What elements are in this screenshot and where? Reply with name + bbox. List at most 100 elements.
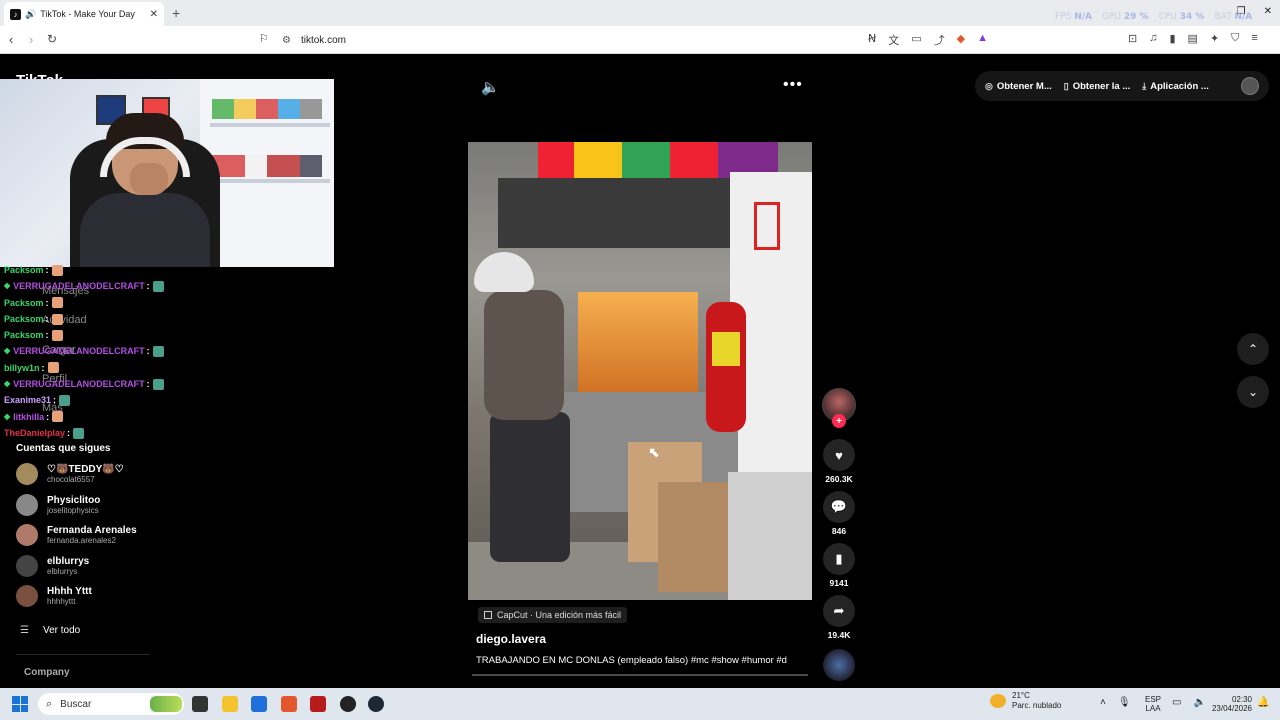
obs-icon[interactable] [340, 696, 356, 712]
account-handle: chocolat6557 [47, 475, 95, 484]
site-settings-icon[interactable]: ⚙ [282, 35, 291, 46]
divider [16, 654, 150, 655]
menu-icon[interactable]: ≡ [1251, 32, 1257, 45]
vpn-icon[interactable]: ⛉ [1231, 32, 1239, 45]
see-all-button[interactable]: ☰ Ver todo [20, 625, 80, 636]
file-explorer-icon[interactable] [222, 696, 238, 712]
following-account[interactable]: Physiclitoo joselitophysics [16, 493, 101, 516]
account-handle: elblurrys [47, 566, 78, 576]
microphone-icon[interactable]: 🎙 [1118, 697, 1131, 708]
brave-rewards-icon[interactable]: ▲ [977, 32, 988, 48]
chat-username: Packsom [4, 265, 44, 275]
windows-start-icon[interactable] [12, 696, 28, 712]
get-coins-button[interactable]: ◎ Obtener M... [985, 81, 1052, 92]
network-icon[interactable]: ▭ [1172, 697, 1181, 708]
share-button[interactable]: ➦ 19.4K [822, 595, 856, 640]
media-icon[interactable]: ♫ [1149, 32, 1157, 45]
emote-icon [51, 297, 63, 309]
chat-separator: : [45, 313, 49, 324]
weather-widget[interactable]: 21°C Parc. nublado [990, 691, 1061, 711]
cast-icon[interactable]: ▭ [911, 32, 921, 48]
language-indicator[interactable]: ESP LAA [1145, 695, 1161, 713]
chat-message: Packsom : [4, 327, 184, 343]
desktop-app-button[interactable]: ⤓ Aplicación ... [1142, 81, 1209, 92]
system-tray: ˄ 🎙 [1100, 697, 1131, 708]
video-player[interactable] [468, 142, 812, 600]
new-tab-button[interactable]: + [172, 5, 180, 21]
close-window-icon[interactable]: ✕ [1264, 6, 1272, 17]
reload-icon[interactable]: ↻ [47, 32, 57, 46]
brave-shields-icon[interactable]: ◆ [957, 32, 965, 48]
share-arrow-icon: ➦ [823, 595, 855, 627]
get-app-button[interactable]: ▯ Obtener la ... [1064, 81, 1131, 92]
following-account[interactable]: ♡🐻TEDDY🐻♡ chocolat6557 [16, 463, 124, 485]
arrow-sign-image [754, 202, 780, 250]
heart-icon: ♥ [823, 439, 855, 471]
profile-avatar[interactable] [1241, 77, 1259, 95]
translate-icon[interactable]: 文 [888, 32, 899, 48]
wallet-icon[interactable]: ▤ [1188, 32, 1198, 45]
weather-temp: 21°C [1012, 691, 1030, 700]
chat-message: Exanime31 : [4, 392, 184, 408]
share-icon[interactable]: ⤴ [934, 32, 945, 48]
notification-bell-icon[interactable]: 🔔 [1257, 697, 1269, 708]
comment-button[interactable]: 💬 846 [822, 491, 856, 536]
account-name: Physiclitoo [47, 494, 101, 506]
close-tab-icon[interactable]: ✕ [150, 9, 158, 20]
brave-browser-icon[interactable] [281, 696, 297, 712]
avatar [16, 524, 38, 546]
tiktok-page: TikTok Mensajes Actividad Cargar Perfil … [0, 54, 1280, 688]
following-account[interactable]: Fernanda Arenales fernanda.arenales2 [16, 524, 137, 546]
forward-icon[interactable]: › [29, 32, 33, 47]
emote-icon [59, 395, 71, 407]
follow-plus-icon[interactable]: + [832, 414, 846, 428]
tab-audio-icon[interactable]: 🔊 [25, 9, 36, 20]
chat-separator: : [146, 379, 150, 390]
browser-tab[interactable]: ♪ 🔊 TikTok - Make Your Day ✕ [4, 2, 164, 26]
taskbar-search[interactable]: ⌕ Buscar [38, 693, 184, 715]
steam-icon[interactable] [368, 696, 384, 712]
chat-message: Packsom : [4, 311, 184, 327]
chat-username: VERRUGADELANODELCRAFT [13, 281, 145, 292]
chevron-up-icon[interactable]: ˄ [1100, 697, 1106, 708]
music-disc-avatar[interactable] [823, 649, 855, 681]
clock[interactable]: 02:30 23/04/2026 [1208, 695, 1252, 713]
store-icon[interactable] [251, 696, 267, 712]
chat-message: billyw1n : [4, 360, 184, 376]
like-button[interactable]: ♥ 260.3K [822, 439, 856, 484]
save-count: 9141 [829, 578, 849, 588]
volume-icon[interactable]: 🔈 [481, 78, 500, 96]
chat-separator: : [45, 265, 49, 275]
video-author[interactable]: diego.lavera [476, 632, 546, 646]
volume-tray-icon[interactable]: 🔈 [1193, 697, 1205, 708]
save-button[interactable]: ▮ 9141 [822, 543, 856, 588]
previous-video-button[interactable]: ⌃ [1237, 333, 1269, 365]
top-action-bar: ◎ Obtener M... ▯ Obtener la ... ⤓ Aplicació… [975, 71, 1269, 101]
bookmark-icon[interactable]: ⚐ [259, 32, 269, 45]
following-account[interactable]: elblurrys elblurrys [16, 554, 89, 577]
chat-username: Packsom [4, 313, 44, 324]
account-name: Hhhh Yttt [47, 586, 92, 597]
comment-icon: 💬 [823, 491, 855, 523]
following-header: Cuentas que sigues [16, 443, 111, 454]
restore-window-icon[interactable]: ❐ [1237, 6, 1246, 17]
sidebar-icon[interactable]: ▮ [1169, 32, 1175, 45]
emote-icon [152, 280, 164, 292]
task-view-icon[interactable] [192, 696, 208, 712]
leo-ai-icon[interactable]: ✦ [1210, 32, 1219, 45]
video-progress-bar[interactable] [472, 674, 808, 676]
phone-icon: ▯ [1063, 80, 1069, 91]
avatar [16, 554, 38, 577]
app-icon[interactable] [310, 696, 326, 712]
next-video-button[interactable]: ⌄ [1237, 376, 1269, 408]
chat-username: VERRUGADELANODELCRAFT [13, 346, 145, 357]
tab-search-icon[interactable]: ⊡ [1128, 32, 1137, 45]
mouse-cursor-icon: ⬉ [648, 444, 660, 460]
following-account[interactable]: Hhhh Yttt hhhhyttt [16, 585, 92, 607]
capcut-badge[interactable]: CapCut · Una edición más fácil [478, 607, 628, 623]
reader-icon[interactable]: Ꞥ [868, 32, 876, 48]
account-handle: fernanda.arenales2 [47, 536, 116, 545]
more-options-icon[interactable]: ••• [783, 76, 803, 94]
back-icon[interactable]: ‹ [9, 32, 13, 47]
company-link[interactable]: Company [24, 667, 70, 678]
